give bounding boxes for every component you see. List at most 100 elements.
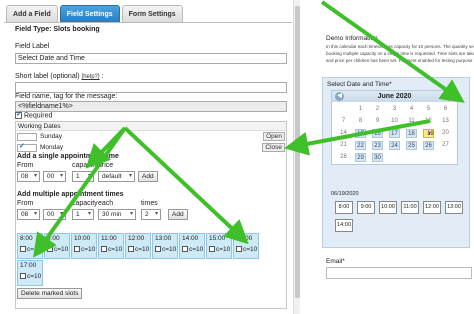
- single-price-select[interactable]: default: [98, 171, 135, 182]
- calendar-day[interactable]: 17: [389, 129, 400, 138]
- time-slot-button[interactable]: 11:00: [401, 201, 419, 214]
- calendar-day[interactable]: 11: [406, 117, 417, 126]
- calendar-day[interactable]: 15: [355, 129, 366, 138]
- calendar-day[interactable]: 4: [406, 105, 417, 114]
- single-hour-select[interactable]: 08: [17, 171, 40, 182]
- field-label-input[interactable]: Select Date and Time: [15, 53, 287, 64]
- calendar-day[interactable]: 12: [423, 117, 434, 126]
- calendar-day[interactable]: 8: [355, 117, 366, 126]
- slot-checkbox[interactable]: [101, 246, 107, 253]
- multiple-from-hour-select[interactable]: 08: [17, 209, 40, 220]
- builder-scrollbar[interactable]: [293, 0, 300, 314]
- slot-checkbox[interactable]: [47, 246, 53, 253]
- slot-checkbox[interactable]: [155, 246, 161, 253]
- tab-divider: [4, 22, 292, 23]
- calendar-day[interactable]: 26: [423, 141, 434, 150]
- required-checkbox[interactable]: [15, 110, 22, 119]
- calendar-day[interactable]: 24: [389, 141, 400, 150]
- slot-item[interactable]: 10:00 c=10: [71, 233, 97, 259]
- calendar-day[interactable]: 7: [338, 117, 349, 126]
- slot-checkbox[interactable]: [74, 246, 80, 253]
- calendar-day[interactable]: 25: [406, 141, 417, 150]
- demo-info-title: Demo Information: [326, 35, 378, 42]
- monday-checkbox[interactable]: [17, 142, 37, 152]
- multiple-times-label: times: [141, 200, 158, 207]
- short-label-caption: Short label (optional) [help?] :: [15, 73, 103, 80]
- time-slot-button[interactable]: 14:00: [335, 219, 353, 232]
- multiple-from-minute-select[interactable]: 00: [43, 209, 66, 220]
- time-slot-button[interactable]: 8:00: [335, 201, 353, 214]
- calendar-day[interactable]: 5: [423, 105, 434, 114]
- tab-form-settings[interactable]: Form Settings: [121, 5, 183, 22]
- single-capacity-input[interactable]: 1: [72, 171, 94, 182]
- delete-marked-slots-button[interactable]: Delete marked slots: [17, 288, 83, 299]
- slot-capacity: c=10: [27, 246, 42, 253]
- slot-checkbox[interactable]: [182, 246, 188, 253]
- calendar-day[interactable]: 16: [372, 129, 383, 138]
- multiple-capacity-label: capacity: [72, 200, 98, 207]
- prev-month-icon[interactable]: ◀: [335, 92, 344, 101]
- calendar-day[interactable]: 27: [440, 141, 451, 150]
- calendar-day[interactable]: 2: [372, 105, 383, 114]
- slot-item[interactable]: 17:00 c=10: [17, 260, 43, 286]
- calendar-day[interactable]: 14: [338, 129, 349, 138]
- email-input[interactable]: [326, 267, 472, 279]
- slot-time: 13:00: [155, 235, 172, 242]
- calendar-day[interactable]: 10: [389, 117, 400, 126]
- calendar-day[interactable]: 13: [440, 117, 451, 126]
- slot-item[interactable]: 16:00 c=10: [233, 233, 259, 259]
- slot-time: 10:00: [74, 235, 91, 242]
- email-label: Email*: [326, 258, 345, 265]
- slot-checkbox[interactable]: [209, 246, 215, 253]
- slot-checkbox[interactable]: [20, 273, 26, 280]
- slot-item[interactable]: 9:00 c=10: [44, 233, 70, 259]
- sunday-open-button[interactable]: Open: [263, 132, 285, 141]
- time-slot-button[interactable]: 9:00: [357, 201, 375, 214]
- slot-item[interactable]: 15:00 c=10: [206, 233, 232, 259]
- multiple-capacity-input[interactable]: 1: [72, 209, 94, 220]
- multiple-each-select[interactable]: 30 min: [98, 209, 136, 220]
- slot-checkbox[interactable]: [20, 246, 26, 253]
- short-label-help-link[interactable]: [help?]: [82, 74, 100, 80]
- calendar-day[interactable]: 21: [338, 141, 349, 150]
- slot-item[interactable]: 8:00 c=10: [17, 233, 43, 259]
- time-slot-button[interactable]: 13:00: [445, 201, 463, 214]
- tab-field-settings[interactable]: Field Settings: [59, 5, 120, 22]
- single-minute-select[interactable]: 00: [43, 171, 66, 182]
- calendar-day[interactable]: 9: [372, 117, 383, 126]
- slot-item[interactable]: 13:00 c=10: [152, 233, 178, 259]
- calendar-day[interactable]: 19: [423, 129, 434, 139]
- screenshot-root: Add a Field Field Settings Form Settings…: [0, 0, 474, 314]
- slot-checkbox[interactable]: [236, 246, 242, 253]
- short-label-input[interactable]: [15, 82, 287, 93]
- calendar-day[interactable]: 1: [355, 105, 366, 114]
- time-slot-button[interactable]: 12:00: [423, 201, 441, 214]
- next-month-icon[interactable]: ▶: [445, 92, 454, 101]
- multiple-times-select[interactable]: 2: [141, 209, 161, 220]
- demo-line: booking multiple capacity on a single ti…: [326, 51, 474, 56]
- tab-add-a-field[interactable]: Add a Field: [6, 5, 58, 22]
- field-name-input[interactable]: <%fieldname1%>: [15, 101, 287, 112]
- time-slot-button[interactable]: 10:00: [379, 201, 397, 214]
- slot-capacity: c=10: [162, 246, 177, 253]
- slot-item[interactable]: 11:00 c=10: [98, 233, 124, 259]
- calendar-day[interactable]: 30: [372, 153, 383, 162]
- calendar-day[interactable]: 22: [355, 141, 366, 150]
- calendar-day[interactable]: 23: [372, 141, 383, 150]
- datepicker[interactable]: ◀ June 2020 ▶ 1 2 3 4 5 6 7 8 9 10 11 12 13 14 15 16 17 1…: [331, 90, 458, 165]
- calendar-day[interactable]: 18: [406, 129, 417, 138]
- datepicker-header: ◀ June 2020 ▶: [332, 91, 457, 102]
- sunday-checkbox[interactable]: [17, 133, 37, 141]
- monday-close-button[interactable]: Close: [262, 143, 285, 152]
- multiple-add-button[interactable]: Add: [168, 209, 188, 220]
- calendar-day[interactable]: 6: [440, 105, 451, 114]
- slot-checkbox[interactable]: [128, 246, 134, 253]
- calendar-day[interactable]: 28: [338, 153, 349, 162]
- slot-item[interactable]: 14:00 c=10: [179, 233, 205, 259]
- calendar-day[interactable]: 20: [440, 129, 451, 138]
- working-dates-box: Working Dates Sunday Open Monday Close A…: [15, 121, 287, 309]
- calendar-day[interactable]: 3: [389, 105, 400, 114]
- slot-item[interactable]: 12:00 c=10: [125, 233, 151, 259]
- single-add-button[interactable]: Add: [138, 171, 158, 182]
- calendar-day[interactable]: 29: [355, 153, 366, 162]
